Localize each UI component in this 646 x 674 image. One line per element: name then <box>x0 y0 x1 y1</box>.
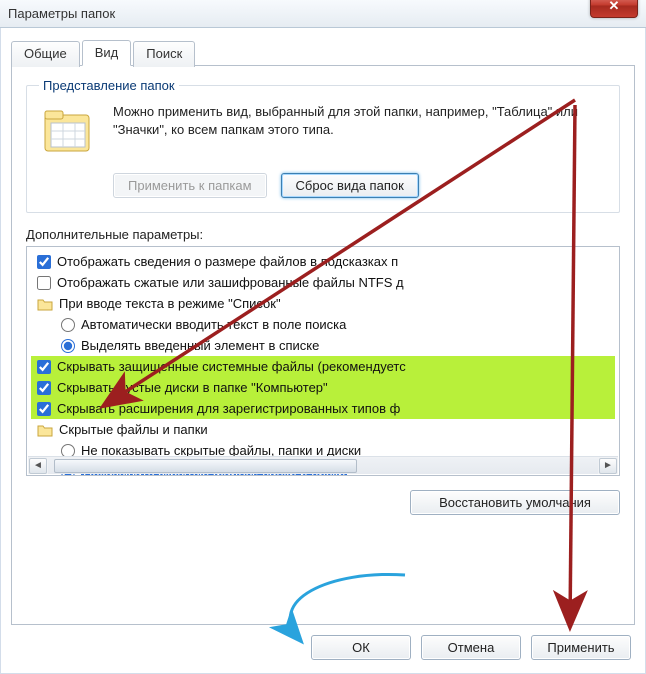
tab-search[interactable]: Поиск <box>133 41 195 67</box>
reset-folders-button[interactable]: Сброс вида папок <box>281 173 419 198</box>
scroll-thumb[interactable] <box>54 459 357 473</box>
checkbox[interactable] <box>37 276 51 290</box>
dialog-buttons: ОК Отмена Применить <box>11 625 635 660</box>
tree-row-label: Отображать сведения о размере файлов в п… <box>57 254 398 269</box>
tree-row-label: Скрывать защищенные системные файлы (рек… <box>57 359 406 374</box>
horizontal-scrollbar[interactable]: ◄ ► <box>28 456 618 474</box>
advanced-treeview[interactable]: Отображать сведения о размере файлов в п… <box>26 246 620 476</box>
ok-button[interactable]: ОК <box>311 635 411 660</box>
advanced-settings-label: Дополнительные параметры: <box>26 227 620 242</box>
checkbox[interactable] <box>37 381 51 395</box>
tree-row[interactable]: Отображать сжатые или зашифрованные файл… <box>31 272 615 293</box>
scroll-track[interactable] <box>48 458 598 474</box>
restore-defaults-button[interactable]: Восстановить умолчания <box>410 490 620 515</box>
scroll-right-arrow-icon[interactable]: ► <box>599 458 617 474</box>
tab-view[interactable]: Вид <box>82 40 132 66</box>
cancel-button[interactable]: Отмена <box>421 635 521 660</box>
tree-row-label: Отображать сжатые или зашифрованные файл… <box>57 275 404 290</box>
tree-row[interactable]: Автоматически вводить текст в поле поиск… <box>31 314 615 335</box>
tree-row-label: Скрывать расширения для зарегистрированн… <box>57 401 400 416</box>
tab-general[interactable]: Общие <box>11 41 80 67</box>
apply-to-folders-button[interactable]: Применить к папкам <box>113 173 267 198</box>
folder-views-description: Можно применить вид, выбранный для этой … <box>113 103 607 163</box>
folder-icon <box>37 296 53 312</box>
radio[interactable] <box>61 318 75 332</box>
folder-views-legend: Представление папок <box>39 78 179 93</box>
tabstrip: Общие Вид Поиск <box>11 40 635 66</box>
tree-row[interactable]: Скрывать пустые диски в папке "Компьютер… <box>31 377 615 398</box>
close-icon: ✕ <box>609 0 620 13</box>
titlebar: Параметры папок ✕ <box>0 0 646 28</box>
tree-row-label: Скрытые файлы и папки <box>59 422 208 437</box>
folder-views-icon <box>39 103 99 163</box>
tree-row-label: Выделять введенный элемент в списке <box>81 338 319 353</box>
checkbox[interactable] <box>37 402 51 416</box>
tree-row[interactable]: При вводе текста в режиме "Список" <box>31 293 615 314</box>
folder-views-group: Представление папок Можно применить вид,… <box>26 78 620 213</box>
tree-row-label: При вводе текста в режиме "Список" <box>59 296 281 311</box>
radio[interactable] <box>61 339 75 353</box>
apply-button[interactable]: Применить <box>531 635 631 660</box>
tree-row[interactable]: Выделять введенный элемент в списке <box>31 335 615 356</box>
folder-icon <box>37 422 53 438</box>
tree-row[interactable]: Скрывать защищенные системные файлы (рек… <box>31 356 615 377</box>
window-body: Общие Вид Поиск Представление папок <box>0 28 646 674</box>
tree-row[interactable]: Отображать сведения о размере файлов в п… <box>31 251 615 272</box>
tabpanel-view: Представление папок Можно применить вид,… <box>11 65 635 625</box>
tree-row[interactable]: Скрывать расширения для зарегистрированн… <box>31 398 615 419</box>
tree-row-label: Скрывать пустые диски в папке "Компьютер… <box>57 380 328 395</box>
tree-row[interactable]: Скрытые файлы и папки <box>31 419 615 440</box>
checkbox[interactable] <box>37 360 51 374</box>
close-button[interactable]: ✕ <box>590 0 638 18</box>
tree-row-label: Автоматически вводить текст в поле поиск… <box>81 317 346 332</box>
checkbox[interactable] <box>37 255 51 269</box>
scroll-left-arrow-icon[interactable]: ◄ <box>29 458 47 474</box>
window-title: Параметры папок <box>8 6 115 21</box>
